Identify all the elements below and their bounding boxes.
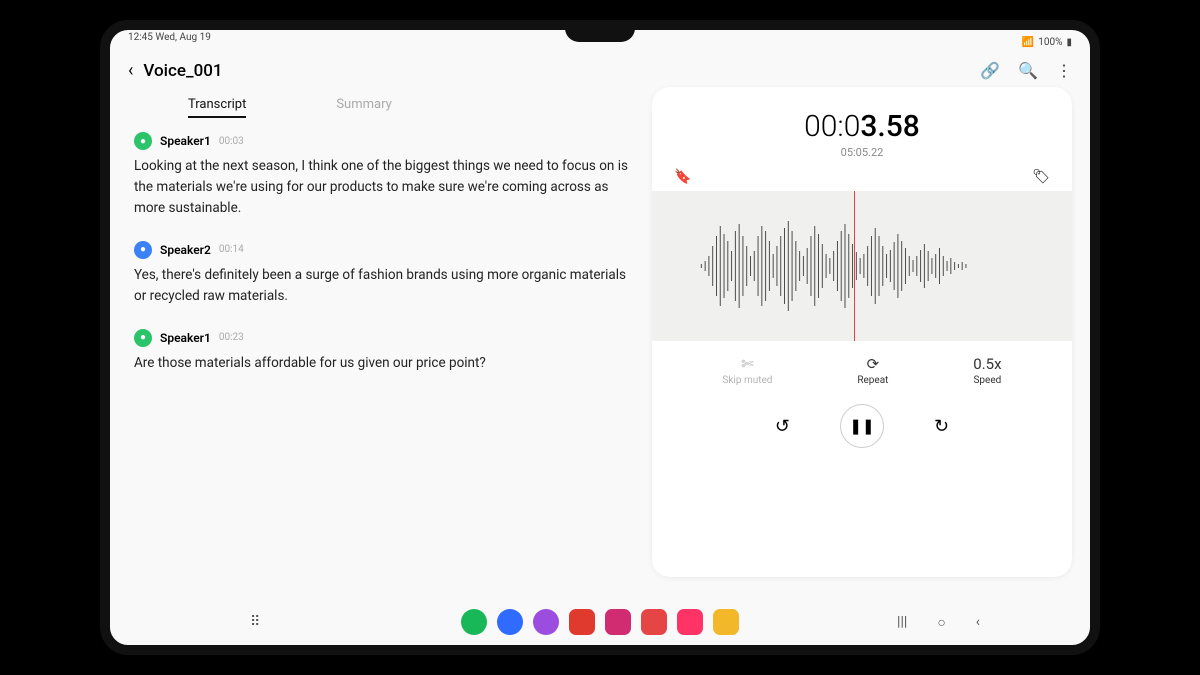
speed-option[interactable]: 0.5x Speed [973,355,1001,386]
nav-back[interactable]: ‹ [976,614,980,631]
pause-button[interactable]: ❚❚ [840,404,884,448]
dock-app[interactable] [677,609,703,635]
app-drawer-icon[interactable]: ⠿ [250,614,260,630]
battery-text: 100% [1038,37,1062,48]
speaker-avatar: ● [134,132,152,150]
entry-text: Looking at the next season, I think one … [134,156,632,219]
nav-recent[interactable]: ||| [897,614,907,631]
waveform[interactable] [652,191,1072,341]
speaker-name: Speaker1 [160,134,211,148]
current-time: 00:03.58 [668,109,1056,144]
dock-app[interactable] [713,609,739,635]
translate-icon[interactable]: 🔗 [980,61,1000,80]
dock-app[interactable] [497,609,523,635]
speaker-name: Speaker1 [160,331,211,345]
wifi-icon: 📶 [1022,37,1034,48]
tab-summary[interactable]: Summary [336,97,391,118]
entry-timestamp: 00:14 [219,244,244,255]
entry-text: Are those materials affordable for us gi… [134,353,632,374]
back-button[interactable]: ‹ [128,60,133,81]
app-header: ‹ Voice_001 🔗 🔍 ⋮ [110,52,1090,87]
entry-text: Yes, there's definitely been a surge of … [134,265,632,307]
dock-app[interactable] [461,609,487,635]
repeat-icon: ⟳ [857,355,888,373]
audio-player-panel: 00:03.58 05:05.22 🔖 🏷 ✄ Skip muted [652,87,1072,577]
transcript-entry[interactable]: ● Speaker1 00:23 Are those materials aff… [134,329,632,374]
speaker-avatar: ● [134,241,152,259]
nav-home[interactable]: ○ [937,614,945,631]
page-title: Voice_001 [143,61,980,81]
search-icon[interactable]: 🔍 [1018,61,1038,80]
dock-app[interactable] [641,609,667,635]
forward-button[interactable]: ↻ [934,416,949,437]
tag-icon[interactable]: 🏷 [1032,169,1050,185]
battery-icon: ▮ [1066,37,1072,48]
status-time: 12:45 Wed, Aug 19 [128,32,211,52]
entry-timestamp: 00:03 [219,136,244,147]
transcript-entry[interactable]: ● Speaker2 00:14 Yes, there's definitely… [134,241,632,307]
dock: ⠿ ||| ○ ‹ [110,609,1090,635]
dock-app[interactable] [605,609,631,635]
skip-muted-option[interactable]: ✄ Skip muted [722,355,772,386]
total-time: 05:05.22 [668,146,1056,159]
rewind-button[interactable]: ↺ [775,416,790,437]
speaker-avatar: ● [134,329,152,347]
tab-transcript[interactable]: Transcript [188,97,246,118]
dock-app[interactable] [533,609,559,635]
entry-timestamp: 00:23 [219,332,244,343]
skip-muted-icon: ✄ [722,355,772,373]
more-icon[interactable]: ⋮ [1056,61,1072,80]
transcript-entry[interactable]: ● Speaker1 00:03 Looking at the next sea… [134,132,632,219]
repeat-option[interactable]: ⟳ Repeat [857,355,888,386]
dock-app[interactable] [569,609,595,635]
bookmark-icon[interactable]: 🔖 [674,169,691,185]
speaker-name: Speaker2 [160,243,211,257]
